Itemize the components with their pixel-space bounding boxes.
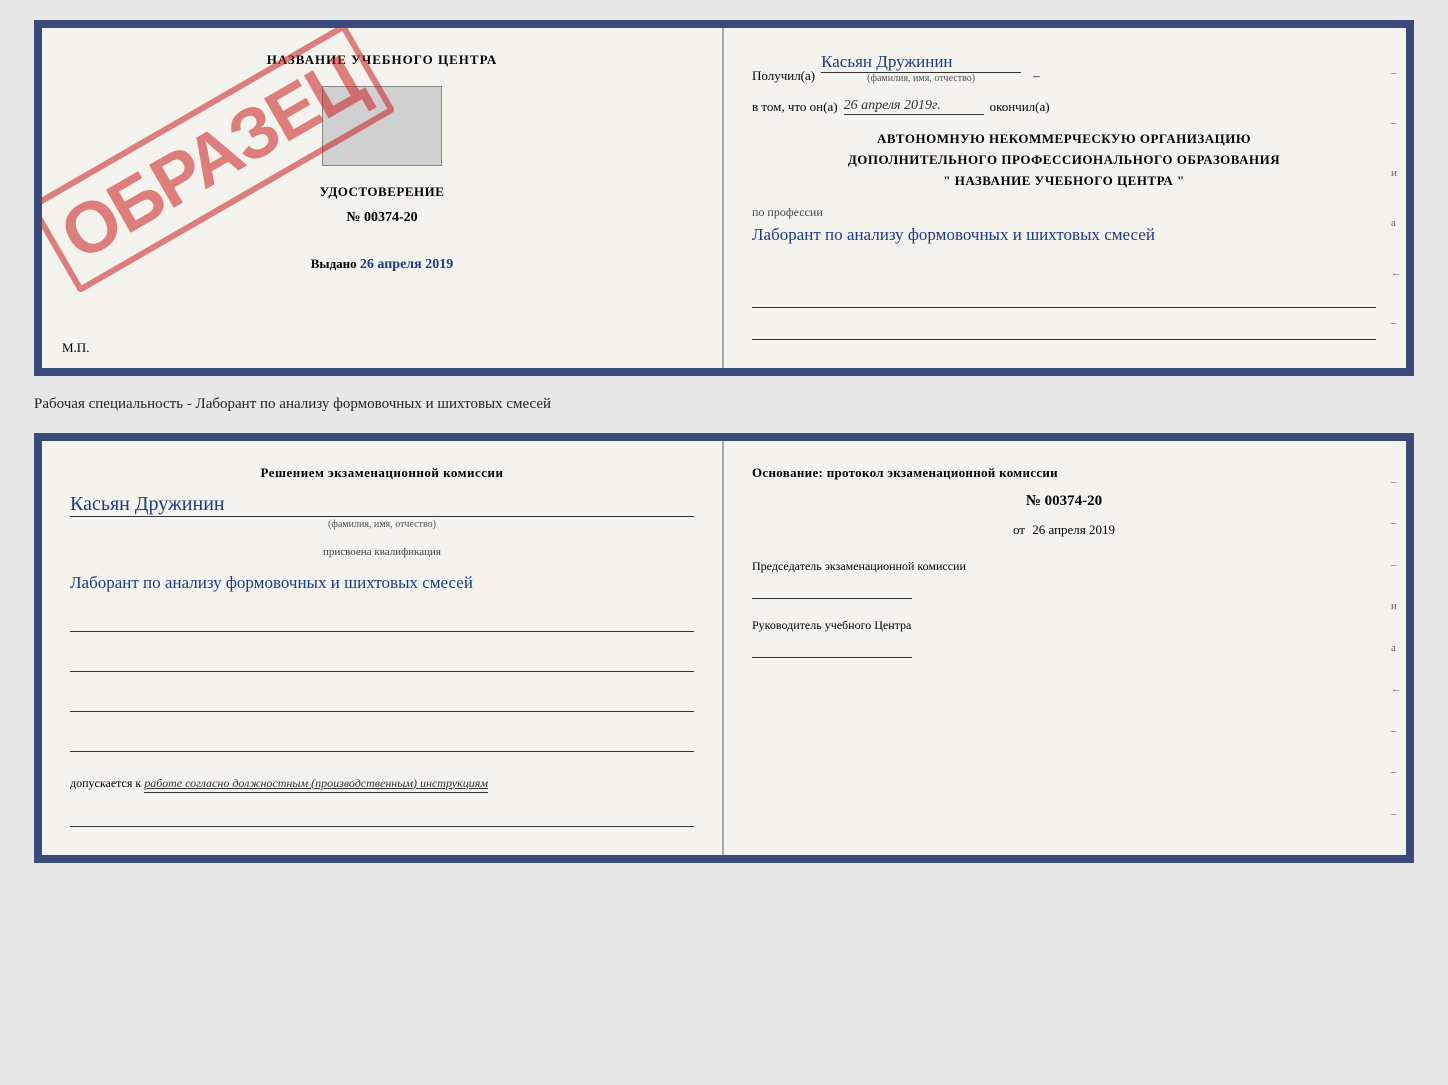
- sample-stamp-overlay: ОБРАЗЕЦ: [72, 58, 352, 258]
- bot-line-5: [70, 807, 694, 827]
- vtom-row: в том, что он(а) 26 апреля 2019г. окончи…: [752, 98, 1376, 115]
- dopuskaetsya-prefix: допускается к: [70, 776, 141, 790]
- ot-date-row: от 26 апреля 2019: [752, 522, 1376, 538]
- qual-handwritten: Лаборант по анализу формовочных и шихтов…: [70, 573, 473, 592]
- komissia-title: Решением экзаменационной комиссии: [70, 465, 694, 481]
- predsed-label: Председатель экзаменационной комиссии: [752, 558, 1376, 575]
- cert-photo-placeholder: [322, 86, 442, 166]
- poluchil-name: Касьян Дружинин: [821, 52, 1021, 73]
- top-center-title: НАЗВАНИЕ УЧЕБНОГО ЦЕНТРА: [267, 52, 498, 68]
- line1: [752, 288, 1376, 308]
- mp-label: М.П.: [62, 340, 89, 356]
- bottom-fio-small: (фамилия, имя, отчество): [70, 519, 694, 530]
- bottom-name-handwritten: Касьян Дружинин: [70, 493, 694, 517]
- vydano-date: 26 апреля 2019: [360, 257, 453, 272]
- podpis-block: Председатель экзаменационной комиссии Ру…: [752, 558, 1376, 658]
- protocol-number: № 00374-20: [752, 493, 1376, 510]
- ruk-block: Руководитель учебного Центра: [752, 617, 1376, 658]
- poluchil-row: Получил(а) Касьян Дружинин (фамилия, имя…: [752, 52, 1376, 84]
- re-char-6: –: [1391, 317, 1402, 329]
- dopuskaetsya-text: работе согласно должностным (производств…: [144, 776, 488, 793]
- bot-line-1: [70, 612, 694, 632]
- po-professii-block: по профессии Лаборант по анализу формово…: [752, 205, 1376, 248]
- ot-prefix: от: [1013, 522, 1025, 537]
- dopuskaetsya-block: допускается к работе согласно должностны…: [70, 776, 694, 791]
- prisv-label: присвоена квалификация: [70, 546, 694, 558]
- avt-line3: " НАЗВАНИЕ УЧЕБНОГО ЦЕНТРА ": [752, 171, 1376, 192]
- rech-4: и: [1391, 600, 1402, 612]
- rech-9: –: [1391, 808, 1402, 820]
- rech-1: –: [1391, 476, 1402, 488]
- re-char-1: –: [1391, 67, 1402, 79]
- rech-5: а: [1391, 642, 1402, 654]
- uds-label: УДОСТОВЕРЕНИЕ: [320, 184, 445, 200]
- bot-line-3: [70, 692, 694, 712]
- osnov-title: Основание: протокол экзаменационной коми…: [752, 465, 1376, 481]
- re-char-5: ←: [1391, 267, 1402, 279]
- name-block: Касьян Дружинин (фамилия, имя, отчество): [70, 493, 694, 530]
- re-char-2: –: [1391, 117, 1402, 129]
- re-char-3: и: [1391, 167, 1402, 179]
- avt-line2: ДОПОЛНИТЕЛЬНОГО ПРОФЕССИОНАЛЬНОГО ОБРАЗО…: [752, 150, 1376, 171]
- okonchil-label: окончил(а): [990, 99, 1050, 115]
- rech-8: –: [1391, 766, 1402, 778]
- vydano-row: Выдано 26 апреля 2019: [311, 256, 453, 273]
- rech-7: –: [1391, 725, 1402, 737]
- avt-line1: АВТОНОМНУЮ НЕКОММЕРЧЕСКУЮ ОРГАНИЗАЦИЮ: [752, 129, 1376, 150]
- bottom-doc-left: Решением экзаменационной комиссии Касьян…: [42, 441, 724, 855]
- predsed-line: [752, 579, 912, 599]
- vtom-date: 26 апреля 2019г.: [844, 98, 984, 115]
- top-doc-left: НАЗВАНИЕ УЧЕБНОГО ЦЕНТРА ОБРАЗЕЦ УДОСТОВ…: [42, 28, 724, 368]
- qual-block: Лаборант по анализу формовочных и шихтов…: [70, 570, 694, 596]
- avt-block: АВТОНОМНУЮ НЕКОММЕРЧЕСКУЮ ОРГАНИЗАЦИЮ ДО…: [752, 129, 1376, 191]
- top-document: НАЗВАНИЕ УЧЕБНОГО ЦЕНТРА ОБРАЗЕЦ УДОСТОВ…: [34, 20, 1414, 376]
- poluchil-label: Получил(а): [752, 68, 815, 84]
- rech-3: –: [1391, 559, 1402, 571]
- line2: [752, 320, 1376, 340]
- uds-number: № 00374-20: [346, 210, 417, 226]
- ruk-label: Руководитель учебного Центра: [752, 617, 1376, 634]
- rech-6: ←: [1391, 683, 1402, 695]
- predsed-block: Председатель экзаменационной комиссии: [752, 558, 1376, 599]
- re-char-4: а: [1391, 217, 1402, 229]
- specialty-label: Рабочая специальность - Лаборант по анал…: [34, 392, 1414, 417]
- profession-handwritten: Лаборант по анализу формовочных и шихтов…: [752, 222, 1376, 248]
- right-edge-chars-bottom: – – – и а ← – – –: [1391, 441, 1402, 855]
- ot-date: 26 апреля 2019: [1032, 522, 1115, 537]
- po-professii-label: по профессии: [752, 205, 1376, 220]
- bottom-document: Решением экзаменационной комиссии Касьян…: [34, 433, 1414, 863]
- right-edge-chars: – – и а ← –: [1391, 28, 1402, 368]
- rech-2: –: [1391, 517, 1402, 529]
- bottom-lines: [752, 284, 1376, 344]
- bottom-doc-right: Основание: протокол экзаменационной коми…: [724, 441, 1406, 855]
- ruk-line: [752, 638, 912, 658]
- bot-line-4: [70, 732, 694, 752]
- vydano-label: Выдано: [311, 256, 357, 271]
- bot-line-2: [70, 652, 694, 672]
- poluchil-fio-small: (фамилия, имя, отчество): [867, 73, 975, 84]
- dash-separator: –: [1033, 68, 1040, 84]
- top-doc-right: Получил(а) Касьян Дружинин (фамилия, имя…: [724, 28, 1406, 368]
- vtom-prefix: в том, что он(а): [752, 99, 838, 115]
